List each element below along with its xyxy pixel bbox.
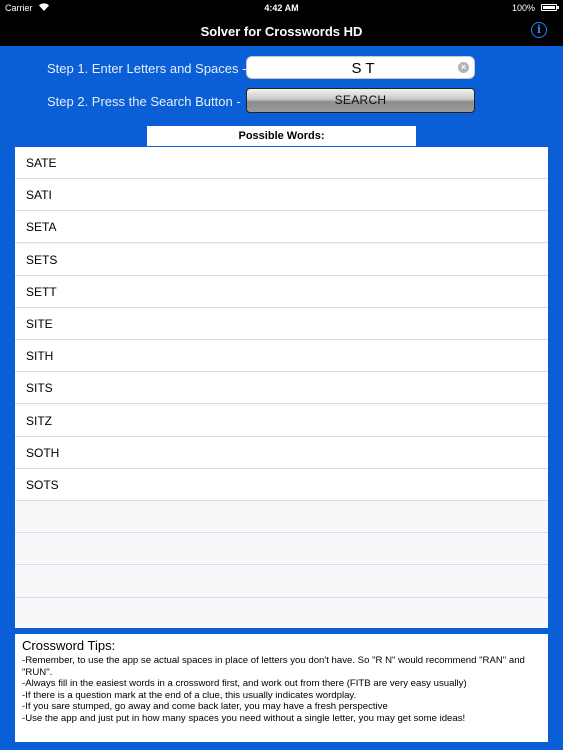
- letters-input[interactable]: [261, 57, 465, 80]
- list-item[interactable]: SITE: [15, 308, 548, 340]
- word-label: SITH: [26, 349, 54, 364]
- page-title: Solver for Crosswords HD: [200, 24, 363, 39]
- list-item[interactable]: SOTS: [15, 469, 548, 501]
- status-bar: Carrier 4:42 AM 100%: [0, 0, 563, 16]
- letters-input-container: ×: [246, 56, 475, 80]
- battery-icon: [541, 4, 559, 11]
- word-list[interactable]: SATE SATI SETA SETS SETT SITE SITH SITS SITZ SOTH…: [15, 147, 548, 628]
- tip-item: -Always fill in the easiest words in a c…: [22, 678, 467, 690]
- word-label: SETA: [26, 220, 57, 235]
- word-label: SETT: [26, 284, 57, 299]
- list-item[interactable]: [15, 501, 548, 534]
- tip-item: -If there is a question mark at the end …: [22, 689, 357, 701]
- info-icon[interactable]: i: [531, 22, 547, 38]
- navigation-bar: Solver for Crosswords HD i: [0, 16, 563, 46]
- word-label: SOTS: [26, 478, 59, 492]
- clock: 4:42 AM: [264, 3, 299, 13]
- list-item[interactable]: [15, 598, 548, 628]
- list-item[interactable]: SITS: [15, 372, 548, 405]
- word-label: SITZ: [26, 413, 52, 428]
- list-item[interactable]: SATE: [15, 147, 548, 179]
- tip-item: -Remember, to use the app se actual spac…: [22, 655, 525, 678]
- word-label: SOTH: [26, 445, 60, 460]
- word-label: SATE: [26, 156, 57, 170]
- list-item[interactable]: SETS: [15, 243, 548, 276]
- list-item[interactable]: SITZ: [15, 404, 548, 437]
- results-header: Possible Words:: [147, 126, 416, 146]
- tip-item: -Use the app and just put in how many sp…: [22, 712, 466, 724]
- step2-label: Step 2. Press the Search Button -: [47, 94, 241, 109]
- list-item[interactable]: SOTH: [15, 436, 548, 469]
- word-label: SETS: [26, 252, 58, 267]
- tips-title: Crossword Tips:: [22, 638, 116, 653]
- list-item[interactable]: SATI: [15, 179, 548, 212]
- list-item[interactable]: SETA: [15, 211, 548, 244]
- list-item[interactable]: [15, 566, 548, 598]
- search-button[interactable]: SEARCH: [246, 88, 475, 113]
- tip-item: -If you sare stumped, go away and come b…: [22, 701, 388, 713]
- battery-percentage: 100%: [511, 3, 535, 13]
- list-item[interactable]: SETT: [15, 275, 548, 308]
- list-item[interactable]: SITH: [15, 340, 548, 373]
- step1-label: Step 1. Enter Letters and Spaces -: [47, 61, 247, 76]
- list-item[interactable]: [15, 533, 548, 566]
- word-label: SATI: [26, 188, 52, 203]
- word-label: SITS: [26, 381, 53, 396]
- clear-icon[interactable]: ×: [458, 62, 469, 73]
- crossword-tips: Crossword Tips: -Remember, to use the ap…: [15, 634, 548, 742]
- word-label: SITE: [26, 317, 53, 331]
